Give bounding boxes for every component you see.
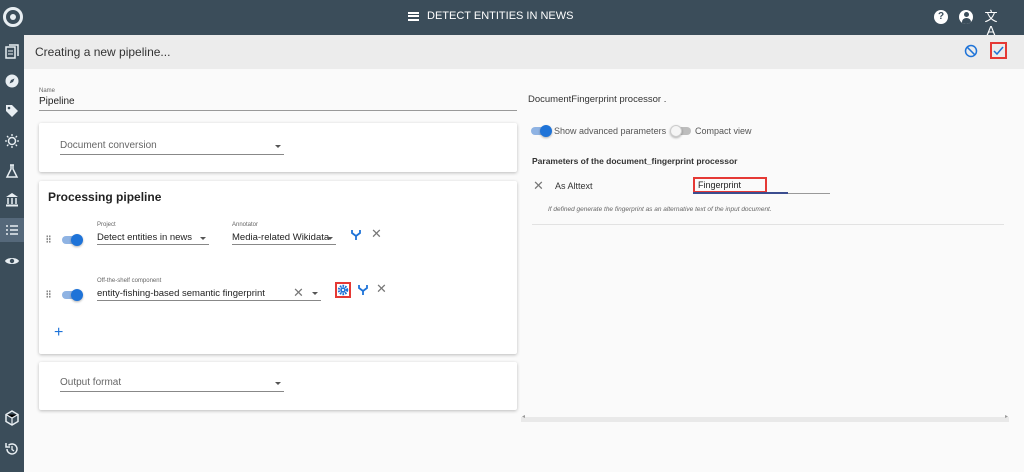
clear-component-icon[interactable]: ✕ xyxy=(293,286,304,299)
component-select-underline xyxy=(97,300,321,301)
settings-button[interactable] xyxy=(335,282,351,298)
annotator-select[interactable]: Media-related Wikidata xyxy=(232,232,329,243)
document-conversion-placeholder: Document conversion xyxy=(60,140,157,151)
component-label: Off-the-shelf component xyxy=(97,278,162,284)
chevron-down-icon xyxy=(275,145,281,148)
fork-icon[interactable] xyxy=(350,229,362,241)
translate-icon[interactable]: 文A xyxy=(984,10,998,38)
processor-heading: DocumentFingerprint processor . xyxy=(528,94,667,105)
compact-view-label: Compact view xyxy=(695,126,752,136)
alttext-label: As Alttext xyxy=(555,181,593,191)
app-logo-icon[interactable] xyxy=(3,7,23,27)
gear-icon xyxy=(337,284,349,296)
output-format-card: Output format xyxy=(39,362,517,410)
check-icon xyxy=(993,46,1004,56)
params-title: Parameters of the document_fingerprint p… xyxy=(532,156,738,166)
eye-icon[interactable] xyxy=(4,253,20,269)
remove-param-icon[interactable]: ✕ xyxy=(533,179,544,192)
sidebar xyxy=(0,35,24,472)
annotator-label: Annotator xyxy=(232,222,259,228)
account-icon[interactable] xyxy=(959,10,973,24)
documents-icon[interactable] xyxy=(4,44,20,60)
chevron-down-icon[interactable] xyxy=(327,237,333,240)
bank-icon[interactable] xyxy=(4,192,20,208)
alttext-focus-underline xyxy=(693,192,788,194)
add-step-button[interactable]: + xyxy=(54,325,63,341)
explore-icon[interactable] xyxy=(4,73,20,89)
horizontal-scrollbar[interactable] xyxy=(521,413,1009,422)
ideas-icon[interactable] xyxy=(4,133,20,149)
project-title: DETECT ENTITIES IN NEWS xyxy=(427,10,574,22)
chevron-down-icon[interactable] xyxy=(200,237,206,240)
top-bar: DETECT ENTITIES IN NEWS ? 文A xyxy=(0,0,1024,38)
drag-handle-icon[interactable] xyxy=(46,290,51,298)
fork-icon[interactable] xyxy=(357,284,369,296)
chevron-down-icon xyxy=(275,382,281,385)
document-conversion-card: Document conversion xyxy=(39,123,517,172)
help-icon[interactable]: ? xyxy=(934,10,948,24)
processing-pipeline-card: Processing pipeline xyxy=(39,181,517,354)
project-select-underline xyxy=(97,244,209,245)
menu-icon[interactable] xyxy=(408,11,419,21)
document-conversion-select[interactable]: Document conversion xyxy=(60,140,284,155)
page-header: Creating a new pipeline... xyxy=(24,35,1024,69)
name-label: Name xyxy=(39,88,56,94)
compact-view-toggle[interactable] xyxy=(670,125,691,137)
lab-icon[interactable] xyxy=(4,163,20,179)
step-1-toggle[interactable] xyxy=(62,234,83,246)
alttext-hint: If defined generate the fingerprint as a… xyxy=(548,206,772,213)
name-input[interactable]: Pipeline xyxy=(39,96,517,107)
divider xyxy=(532,224,1004,225)
output-format-placeholder: Output format xyxy=(60,377,122,388)
remove-step-icon[interactable]: ✕ xyxy=(371,227,382,240)
history-icon[interactable] xyxy=(4,441,20,457)
pipelines-icon[interactable] xyxy=(0,218,24,242)
name-field[interactable]: Name Pipeline xyxy=(39,88,517,111)
output-format-select[interactable]: Output format xyxy=(60,377,284,392)
alttext-input[interactable]: Fingerprint xyxy=(693,177,767,193)
show-advanced-label: Show advanced parameters xyxy=(554,126,667,136)
remove-step-icon[interactable]: ✕ xyxy=(376,282,387,295)
annotator-select-underline xyxy=(232,244,336,245)
show-advanced-toggle[interactable] xyxy=(531,125,552,137)
tags-icon[interactable] xyxy=(4,103,20,119)
app-title[interactable]: DETECT ENTITIES IN NEWS xyxy=(408,10,573,22)
project-label: Project xyxy=(97,222,116,228)
cancel-icon[interactable] xyxy=(964,44,978,58)
component-select[interactable]: entity-fishing-based semantic fingerprin… xyxy=(97,288,265,299)
step-2-toggle[interactable] xyxy=(62,289,83,301)
drag-handle-icon[interactable] xyxy=(46,235,51,243)
page-title: Creating a new pipeline... xyxy=(35,45,171,59)
project-select[interactable]: Detect entities in news xyxy=(97,232,192,243)
chevron-down-icon[interactable] xyxy=(312,292,318,295)
save-pipeline-button[interactable] xyxy=(990,42,1007,59)
cube-icon[interactable] xyxy=(4,410,20,426)
processing-pipeline-title: Processing pipeline xyxy=(48,190,162,204)
